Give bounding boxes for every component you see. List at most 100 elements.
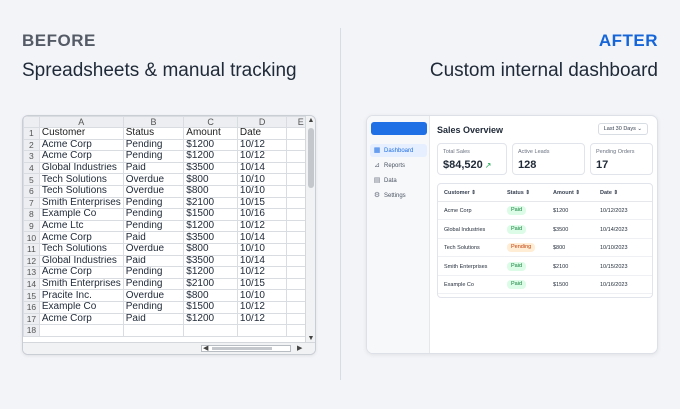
sheet-cell[interactable]: 10/12 bbox=[236, 266, 288, 279]
sheet-cell[interactable]: Overdue bbox=[122, 289, 185, 302]
sheet-cell[interactable]: 10/12 bbox=[236, 219, 288, 233]
scroll-up-icon[interactable]: ▲ bbox=[307, 117, 315, 125]
column-header-d[interactable]: D bbox=[236, 116, 288, 128]
sheet-cell[interactable]: Pending bbox=[122, 266, 185, 279]
table-row[interactable]: Smith Enterprises Paid $2100 10/15/2023 bbox=[438, 258, 652, 276]
row-number[interactable]: 11 bbox=[23, 242, 40, 256]
sheet-cell[interactable]: 10/14 bbox=[236, 231, 288, 244]
brand-logo[interactable] bbox=[371, 122, 427, 135]
column-header-b[interactable]: B bbox=[122, 116, 185, 128]
sheet-cell[interactable]: Tech Solutions bbox=[38, 173, 124, 186]
horizontal-scroll-thumb[interactable] bbox=[212, 347, 272, 350]
sheet-cell[interactable]: $1200 bbox=[183, 219, 238, 233]
sheet-cell[interactable]: 10/15 bbox=[236, 196, 288, 210]
sheet-cell[interactable]: 10/14 bbox=[236, 254, 288, 268]
sidebar-item-reports[interactable]: ⊿ Reports bbox=[370, 159, 427, 172]
horizontal-scroll-track[interactable] bbox=[201, 345, 291, 352]
sheet-cell[interactable]: 10/12 bbox=[236, 300, 288, 314]
sheet-cell[interactable]: Overdue bbox=[122, 173, 185, 186]
sheet-cell[interactable]: $1500 bbox=[183, 300, 238, 314]
sheet-cell[interactable]: Pending bbox=[122, 300, 185, 314]
horizontal-scrollbar[interactable]: ◀ ▶ bbox=[23, 342, 315, 354]
column-header-a[interactable]: A bbox=[38, 116, 124, 128]
sidebar-item-settings[interactable]: ⚙ Settings bbox=[370, 189, 427, 202]
sheet-cell[interactable] bbox=[122, 324, 185, 337]
row-number[interactable]: 10 bbox=[23, 231, 40, 244]
sheet-cell[interactable]: Global Industries bbox=[38, 161, 124, 175]
sheet-cell[interactable]: $1200 bbox=[183, 150, 238, 163]
sheet-cell[interactable]: $1500 bbox=[183, 208, 238, 221]
sidebar-item-data[interactable]: ▤ Data bbox=[370, 174, 427, 187]
sheet-cell[interactable]: 10/12 bbox=[236, 150, 288, 163]
sheet-cell[interactable]: $800 bbox=[183, 289, 238, 302]
sheet-cell[interactable]: $3500 bbox=[183, 161, 238, 175]
sheet-cell[interactable] bbox=[236, 324, 288, 337]
sheet-cell[interactable]: Pending bbox=[122, 196, 185, 210]
sheet-cell[interactable]: 10/16 bbox=[236, 208, 288, 221]
sheet-cell[interactable]: Global Industries bbox=[38, 254, 124, 268]
sheet-cell[interactable] bbox=[38, 324, 124, 337]
column-header-customer[interactable]: Customer ⇕ bbox=[444, 190, 476, 196]
sheet-cell[interactable] bbox=[183, 324, 238, 337]
table-row[interactable]: Example Co Paid $1500 10/16/2023 bbox=[438, 276, 652, 294]
sheet-cell[interactable]: Paid bbox=[122, 254, 185, 268]
row-number[interactable]: 18 bbox=[23, 324, 40, 337]
table-row[interactable]: Global Industries Paid $3500 10/14/2023 bbox=[438, 221, 652, 239]
sheet-cell[interactable]: $800 bbox=[183, 173, 238, 186]
sheet-cell[interactable]: Tech Solutions bbox=[38, 184, 124, 198]
sheet-cell[interactable]: Pending bbox=[122, 219, 185, 233]
column-header-status[interactable]: Status ⇕ bbox=[507, 190, 530, 196]
sheet-cell[interactable]: Smith Enterprises bbox=[38, 277, 124, 291]
sheet-cell[interactable]: $800 bbox=[183, 242, 238, 256]
sheet-cell[interactable]: $1200 bbox=[183, 138, 238, 152]
sheet-cell[interactable]: 10/14 bbox=[236, 161, 288, 175]
sheet-cell[interactable]: 10/15 bbox=[236, 277, 288, 291]
sheet-cell[interactable]: Example Co bbox=[38, 300, 124, 314]
sheet-cell[interactable]: Pending bbox=[122, 208, 185, 221]
scroll-left-icon[interactable]: ◀ bbox=[203, 344, 208, 352]
row-number[interactable]: 4 bbox=[23, 161, 40, 175]
row-number[interactable]: 15 bbox=[23, 289, 40, 302]
row-number[interactable]: 7 bbox=[23, 196, 40, 210]
sheet-cell[interactable]: $1200 bbox=[183, 312, 238, 326]
row-number[interactable]: 5 bbox=[23, 173, 40, 186]
sheet-cell[interactable]: Pending bbox=[122, 138, 185, 152]
scroll-right-icon[interactable]: ▶ bbox=[297, 344, 302, 352]
sheet-cell[interactable]: Customer bbox=[38, 127, 124, 140]
sheet-cell[interactable]: 10/10 bbox=[236, 289, 288, 302]
sheet-cell[interactable]: Pracite Inc. bbox=[38, 289, 124, 302]
sheet-cell[interactable]: Acme Ltc bbox=[38, 219, 124, 233]
sheet-cell[interactable]: 10/10 bbox=[236, 184, 288, 198]
sheet-cell[interactable]: Acme Corp bbox=[38, 312, 124, 326]
row-number[interactable]: 12 bbox=[23, 254, 40, 268]
column-header-date[interactable]: Date ⇕ bbox=[600, 190, 618, 196]
sheet-cell[interactable]: Paid bbox=[122, 231, 185, 244]
sheet-cell[interactable]: 10/12 bbox=[236, 312, 288, 326]
sheet-cell[interactable]: $1200 bbox=[183, 266, 238, 279]
column-header-amount[interactable]: Amount ⇕ bbox=[553, 190, 580, 196]
table-row[interactable]: Tech Solutions Pending $800 10/10/2023 bbox=[438, 239, 652, 257]
sheet-cell[interactable]: Overdue bbox=[122, 184, 185, 198]
vertical-scrollbar[interactable]: ▲ ▼ bbox=[305, 116, 315, 344]
sheet-cell[interactable]: Pending bbox=[122, 277, 185, 291]
vertical-scroll-thumb[interactable] bbox=[308, 128, 314, 188]
sheet-cell[interactable]: Smith Enterprises bbox=[38, 196, 124, 210]
sheet-cell[interactable]: Paid bbox=[122, 161, 185, 175]
sheet-cell[interactable]: Amount bbox=[183, 127, 238, 140]
row-number[interactable]: 6 bbox=[23, 184, 40, 198]
row-number[interactable]: 8 bbox=[23, 208, 40, 221]
sheet-cell[interactable]: $3500 bbox=[183, 231, 238, 244]
sheet-cell[interactable]: Paid bbox=[122, 312, 185, 326]
sheet-cell[interactable]: Pending bbox=[122, 150, 185, 163]
sheet-cell[interactable]: Acme Corp bbox=[38, 150, 124, 163]
row-number[interactable]: 14 bbox=[23, 277, 40, 291]
sheet-cell[interactable]: Acme Corp bbox=[38, 231, 124, 244]
column-header-c[interactable]: C bbox=[183, 116, 238, 128]
table-row[interactable]: Acme Corp Paid $1200 10/12/2023 bbox=[438, 202, 652, 220]
sheet-cell[interactable]: 10/12 bbox=[236, 138, 288, 152]
row-number[interactable]: 2 bbox=[23, 138, 40, 152]
sheet-cell[interactable]: $3500 bbox=[183, 254, 238, 268]
sheet-cell[interactable]: $2100 bbox=[183, 277, 238, 291]
sheet-cell[interactable]: $2100 bbox=[183, 196, 238, 210]
sheet-cell[interactable]: Status bbox=[122, 127, 185, 140]
